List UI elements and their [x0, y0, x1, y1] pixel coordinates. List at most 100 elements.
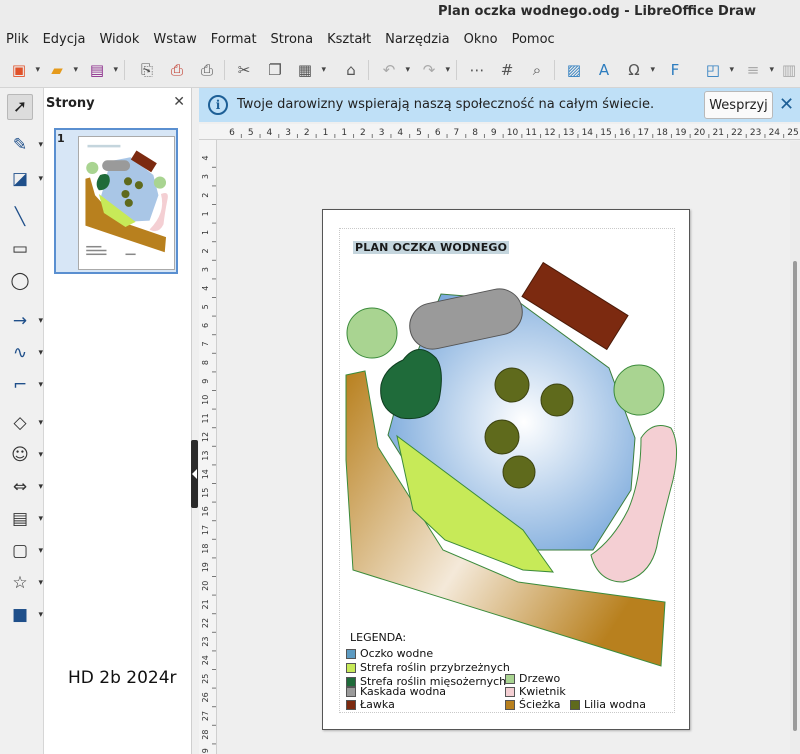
menu-ksztalt[interactable]: Kształt [327, 32, 371, 47]
tree-left-shape[interactable] [346, 307, 398, 359]
ruler-tick-label: 28 [201, 730, 210, 740]
title-bar: Plan oczka wodnego.odg - LibreOffice Dra… [0, 0, 800, 26]
water-lily-4[interactable] [502, 455, 536, 489]
paste-icon[interactable]: ▦ [294, 59, 326, 81]
save-icon[interactable]: ▤ [86, 59, 118, 81]
menu-format[interactable]: Format [211, 32, 257, 47]
legend-item[interactable]: Ścieżka [505, 698, 561, 711]
menu-strona[interactable]: Strona [271, 32, 314, 47]
donate-button[interactable]: Wesprzyj [704, 91, 773, 119]
ruler-tick-label: 21 [201, 599, 210, 609]
copy-icon[interactable]: ❐ [264, 59, 286, 81]
ruler-tick-label: 8 [472, 128, 478, 138]
print-icon[interactable]: ⎙ [196, 59, 218, 81]
line-tool-icon[interactable]: ╲ [7, 204, 33, 230]
export-icon[interactable]: ⎘ [136, 59, 158, 81]
ruler-tick-label: 12 [201, 432, 210, 442]
tree-right-shape[interactable] [613, 364, 665, 416]
ruler-tick-label: 19 [201, 562, 210, 572]
author-note: HD 2b 2024r [68, 668, 177, 688]
ruler-tick-label: 27 [201, 711, 210, 721]
callout-shapes-icon[interactable]: ▢ [7, 538, 43, 564]
legend-item[interactable]: Oczko wodne [346, 647, 433, 660]
open-folder-icon[interactable]: ▰ [46, 59, 78, 81]
ruler-tick-label: 6 [201, 323, 210, 328]
3d-objects-icon[interactable]: ■ [7, 602, 43, 628]
ruler-tick-label: 2 [201, 248, 210, 253]
water-lily-3[interactable] [484, 419, 520, 455]
stars-icon[interactable]: ☆ [7, 570, 43, 596]
legend-item[interactable]: Drzewo [505, 672, 560, 685]
insert-textbox-icon[interactable]: A [593, 59, 615, 81]
ruler-tick-label: 25 [787, 128, 798, 138]
menu-wstaw[interactable]: Wstaw [153, 32, 196, 47]
water-lily-2[interactable] [540, 383, 574, 417]
connector-tool-icon[interactable]: ⌐ [7, 372, 43, 398]
menu-plik[interactable]: Plik [6, 32, 29, 47]
rectangle-tool-icon[interactable]: ▭ [7, 236, 33, 262]
ruler-tick-label: 6 [435, 128, 441, 138]
menu-narzedzia[interactable]: Narzędzia [385, 32, 450, 47]
menu-okno[interactable]: Okno [464, 32, 498, 47]
vertical-ruler[interactable]: 4 3 2 1 1 2 3 4 5 6 7 8 9 10 11 12 13 14 15 16 17 18 19 20 21 22 2… [199, 140, 217, 754]
legend-item[interactable]: Kwietnik [505, 685, 566, 698]
block-arrows-icon[interactable]: ⇔ [7, 474, 43, 500]
menu-bar: Plik Edycja Widok Wstaw Format Strona Ks… [0, 26, 800, 52]
horizontal-ruler[interactable]: 6 5 4 3 2 1 1 2 3 4 5 6 7 8 9 10 11 12 13 14 15 16 17 18 19 20 21 2… [199, 124, 800, 140]
ruler-tick-label: 14 [201, 469, 210, 479]
close-infobar-icon[interactable]: ✕ [779, 94, 794, 115]
redo-icon[interactable]: ↷ [418, 59, 450, 81]
menu-edycja[interactable]: Edycja [43, 32, 86, 47]
line-arrow-icon[interactable]: → [7, 308, 43, 334]
ruler-tick-label: 3 [201, 174, 210, 179]
legend-title[interactable]: LEGENDA: [350, 631, 406, 644]
ruler-tick-label: 10 [201, 395, 210, 405]
export-pdf-icon[interactable]: ⎙ [166, 59, 188, 81]
fill-color-icon[interactable]: ◪ [7, 166, 43, 192]
vertical-ruler-ticks: 4321123456789101112131415161718192021222… [201, 155, 216, 754]
select-tool-icon[interactable]: ➚ [7, 94, 33, 120]
basic-shapes-icon[interactable]: ◇ [7, 410, 43, 436]
arrange-icon[interactable]: ▥ [778, 59, 800, 81]
legend-item[interactable]: Lilia wodna [570, 698, 646, 711]
special-character-icon[interactable]: Ω [623, 59, 655, 81]
zoom-pan-icon[interactable]: ⌕ [526, 59, 548, 81]
undo-icon[interactable]: ↶ [378, 59, 410, 81]
align-objects-icon[interactable]: ≡ [742, 59, 774, 81]
pages-panel: Strony ✕ 1 HD 2b 2024r [44, 88, 192, 754]
grid-display-icon[interactable]: ⋯ [466, 59, 488, 81]
snap-grid-icon[interactable]: # [496, 59, 518, 81]
page-thumbnail-1[interactable]: 1 [54, 128, 178, 274]
drawing-canvas[interactable]: PLAN OCZKA WODNEGO LEGENDA: Oczko wodne … [218, 141, 788, 754]
legend-item[interactable]: Ławka [346, 698, 395, 711]
ruler-tick-label: 1 [201, 230, 210, 235]
flowchart-icon[interactable]: ▤ [7, 506, 43, 532]
menu-pomoc[interactable]: Pomoc [512, 32, 555, 47]
clone-formatting-icon[interactable]: ⌂ [340, 59, 362, 81]
sidebar-collapse-handle[interactable] [191, 440, 198, 508]
ruler-tick-label: 2 [201, 193, 210, 198]
curve-tool-icon[interactable]: ∿ [7, 340, 43, 366]
line-color-icon[interactable]: ✎ [7, 132, 43, 158]
ruler-tick-label: 26 [201, 692, 210, 702]
vertical-scrollbar[interactable] [790, 141, 800, 754]
insert-image-icon[interactable]: ▨ [563, 59, 585, 81]
transformations-icon[interactable]: ◰ [702, 59, 734, 81]
document-title[interactable]: PLAN OCZKA WODNEGO [353, 241, 510, 254]
new-document-icon[interactable]: ▣ [8, 59, 40, 81]
legend-item[interactable]: Kaskada wodna [346, 685, 446, 698]
ruler-tick-label: 20 [201, 581, 210, 591]
carnivorous-plants-shape[interactable] [380, 349, 442, 420]
menu-widok[interactable]: Widok [99, 32, 139, 47]
ruler-tick-label: 4 [201, 286, 210, 291]
cut-icon[interactable]: ✂ [233, 59, 255, 81]
close-panel-icon[interactable]: ✕ [173, 94, 185, 110]
fontwork-icon[interactable]: F [664, 59, 686, 81]
legend-item[interactable]: Strefa roślin przybrzeżnych [346, 661, 510, 674]
standard-toolbar: ▣ ▰ ▤ ⎘ ⎙ ⎙ ✂ ❐ ▦ ⌂ ↶ ↷ ⋯ # ⌕ ▨ A Ω F ◰ … [0, 52, 800, 88]
ellipse-tool-icon[interactable]: ◯ [7, 268, 33, 294]
ruler-tick-label: 1 [341, 128, 347, 138]
symbol-shapes-icon[interactable]: ☺ [7, 442, 43, 468]
vertical-scrollbar-thumb[interactable] [793, 261, 797, 731]
water-lily-1[interactable] [494, 367, 530, 403]
